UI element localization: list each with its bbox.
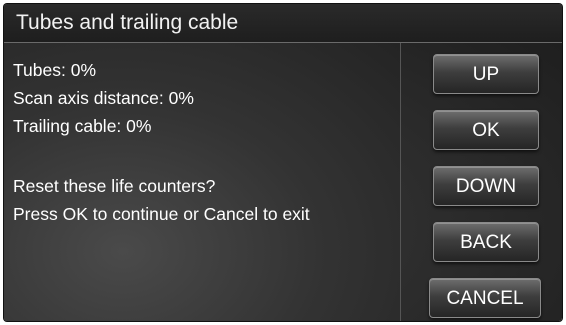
tubes-counter: Tubes: 0%: [13, 60, 97, 80]
up-button[interactable]: UP: [433, 54, 539, 94]
trailing-cable-counter: Trailing cable: 0%: [13, 116, 152, 136]
reset-question: Reset these life counters?: [13, 176, 216, 196]
down-button[interactable]: DOWN: [433, 166, 539, 206]
message-panel: Tubes: 0% Scan axis distance: 0% Trailin…: [4, 43, 401, 321]
ok-button-label: OK: [472, 120, 500, 141]
cancel-button[interactable]: CANCEL: [429, 278, 541, 318]
back-button-label: BACK: [460, 232, 512, 253]
down-button-label: DOWN: [455, 176, 517, 197]
page-title: Tubes and trailing cable: [16, 11, 239, 34]
ok-button[interactable]: OK: [433, 110, 539, 150]
back-button[interactable]: BACK: [433, 222, 539, 262]
title-bar: Tubes and trailing cable: [4, 4, 562, 43]
up-button-label: UP: [472, 64, 500, 85]
cancel-button-label: CANCEL: [446, 288, 524, 309]
touch-screen: Tubes and trailing cable Tubes: 0% Scan …: [4, 4, 562, 321]
scan-axis-counter: Scan axis distance: 0%: [13, 88, 194, 108]
reset-instruction: Press OK to continue or Cancel to exit: [13, 204, 310, 224]
